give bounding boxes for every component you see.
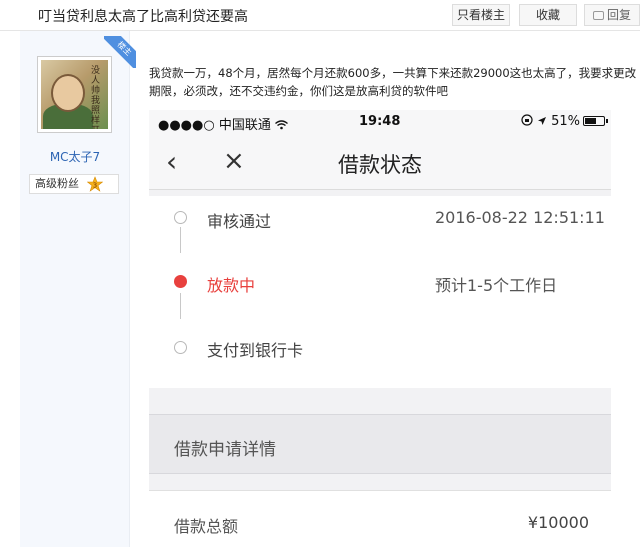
only-owner-button[interactable]: 只看楼主 — [452, 4, 510, 26]
timeline-step-label: 支付到银行卡 — [207, 341, 304, 360]
timeline-dot — [174, 341, 187, 354]
location-arrow-icon — [537, 117, 546, 125]
timeline-step-label: 审核通过 — [207, 212, 272, 231]
post-image: ●●●●○ 中国联通 19:48 51% ‹ × 借款状态 审核通过 2016-… — [149, 110, 611, 547]
fan-level-label: 高级粉丝 — [35, 177, 79, 190]
loan-detail-header[interactable]: 借款申请详情 — [149, 414, 611, 474]
thread-header: 叮当贷利息太高了比高利贷还要高 只看楼主 收藏 回复 — [0, 0, 640, 31]
timeline-step-info: 2016-08-22 12:51:11 — [435, 208, 605, 227]
author-sidebar: 没人帅我照样开心 MC太子7 高级粉丝 3 — [20, 31, 130, 547]
rotation-lock-icon — [521, 114, 533, 126]
loan-detail-title: 借款申请详情 — [174, 440, 276, 460]
battery-icon — [583, 116, 608, 126]
owner-badge-label: 楼主 — [104, 36, 136, 68]
timeline-dot-active — [174, 275, 187, 288]
avatar-image: 没人帅我照样开心 — [41, 60, 108, 129]
loan-amount-value: ¥10000 — [527, 513, 589, 532]
timeline-dot — [174, 211, 187, 224]
svg-text:3: 3 — [93, 182, 97, 190]
reply-button[interactable]: 回复 — [584, 4, 640, 26]
carrier-signal: ●●●●○ 中国联通 — [158, 114, 288, 133]
phone-nav-bar: ‹ × 借款状态 — [149, 135, 611, 190]
wifi-icon — [275, 120, 288, 130]
loan-amount-row: 借款总额 ¥10000 — [149, 490, 611, 547]
screen-title: 借款状态 — [338, 153, 422, 177]
status-right: 51% — [521, 114, 608, 129]
timeline-step-label: 放款中 — [207, 276, 256, 295]
avatar[interactable]: 没人帅我照样开心 — [37, 56, 112, 133]
post-body: 我贷款一万，48个月，居然每个月还款600多，一共算下来还款29000这也太高了… — [149, 66, 637, 98]
status-time: 19:48 — [359, 114, 401, 129]
loan-status-timeline: 审核通过 2016-08-22 12:51:11 放款中 预计1-5个工作日 支… — [149, 196, 611, 388]
reply-label: 回复 — [606, 8, 631, 22]
thread-title: 叮当贷利息太高了比高利贷还要高 — [38, 9, 248, 25]
favorite-button[interactable]: 收藏 — [519, 4, 577, 26]
timeline-connector — [180, 293, 181, 319]
star-level-icon: 3 — [87, 176, 103, 192]
fan-level-badge: 高级粉丝 3 — [29, 174, 119, 194]
phone-status-bar: ●●●●○ 中国联通 19:48 51% — [149, 110, 611, 135]
owner-badge: 楼主 — [104, 36, 136, 68]
author-username[interactable]: MC太子7 — [20, 148, 130, 165]
loan-amount-label: 借款总额 — [174, 517, 239, 536]
timeline-connector — [180, 227, 181, 253]
reply-icon — [592, 11, 604, 20]
timeline-step-info: 预计1-5个工作日 — [435, 276, 558, 295]
